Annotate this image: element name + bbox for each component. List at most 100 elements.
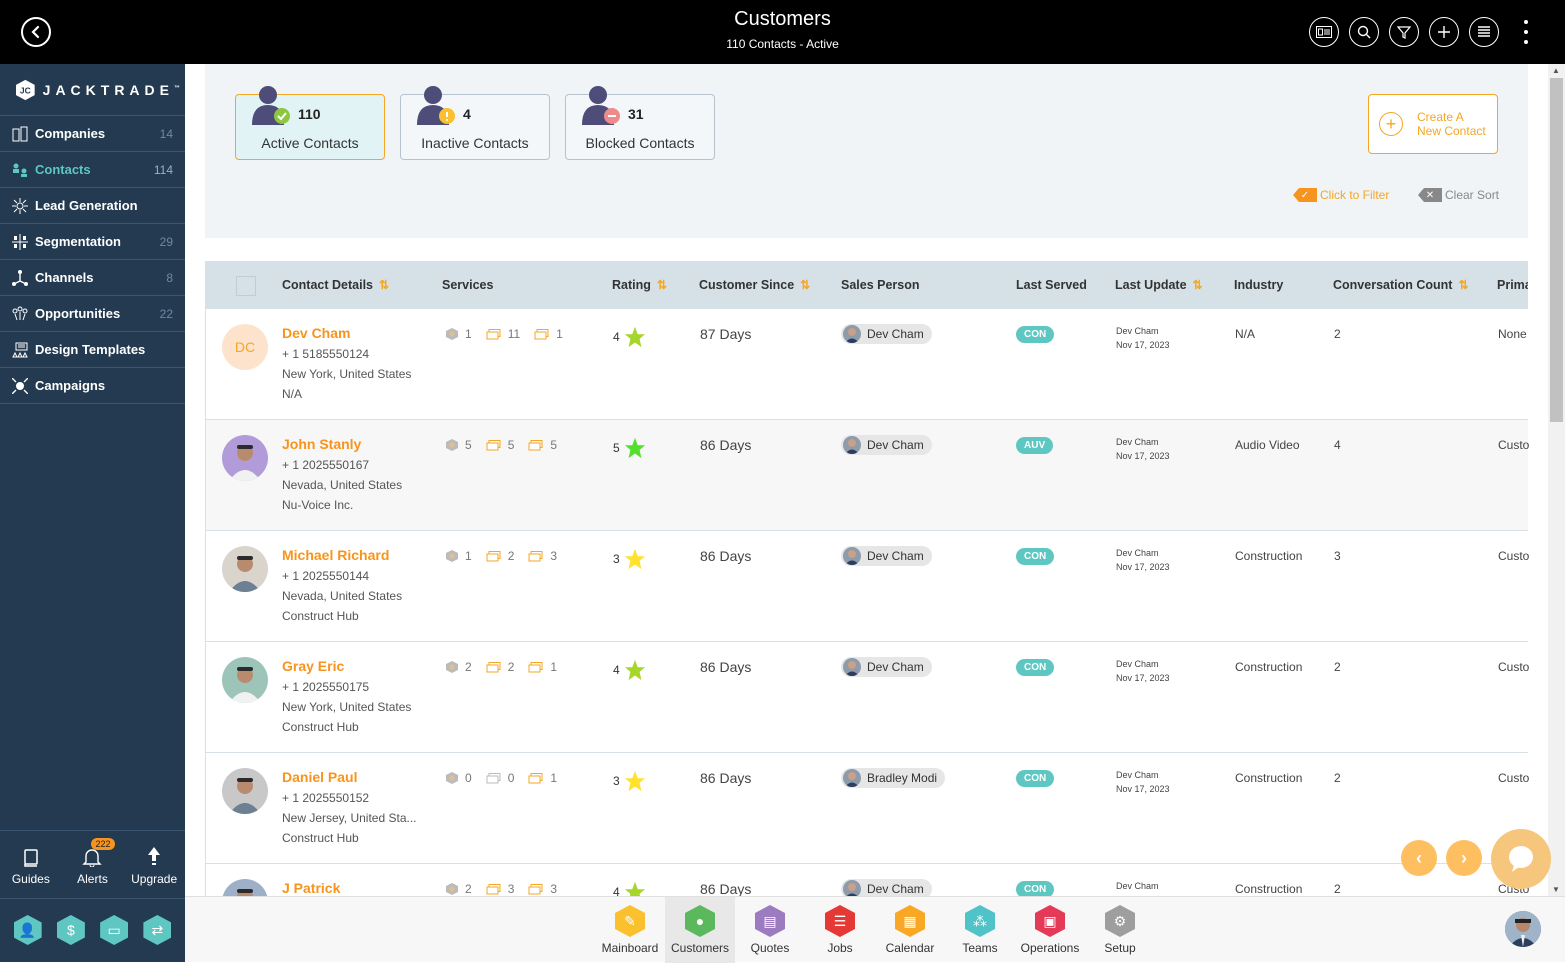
- rating: 5: [613, 437, 646, 459]
- col-rating[interactable]: Rating ⇅: [612, 278, 667, 292]
- logo-text: JACKTRADE™: [42, 81, 185, 98]
- more-options-button[interactable]: [1523, 20, 1529, 44]
- sidebar-item-channels[interactable]: Channels 8: [0, 260, 185, 296]
- last-update: Dev Cham Nov 17, 2023: [1116, 437, 1170, 461]
- sales-person-chip[interactable]: Bradley Modi: [841, 768, 946, 788]
- scrollbar-thumb[interactable]: [1550, 78, 1563, 422]
- quick-person-button[interactable]: 👤: [13, 915, 42, 945]
- summary-panel: 110 Active Contacts 4 Inactive Contacts …: [205, 64, 1528, 238]
- sort-icon: ⇅: [1192, 278, 1203, 292]
- summary-card-active[interactable]: 110 Active Contacts: [235, 86, 385, 160]
- chat-button[interactable]: [1491, 829, 1551, 889]
- companies-icon: [12, 126, 28, 142]
- summary-card-inactive[interactable]: 4 Inactive Contacts: [400, 86, 550, 160]
- col-last-update[interactable]: Last Update ⇅: [1115, 278, 1203, 292]
- contact-photo-icon: [229, 556, 261, 592]
- sales-person-chip[interactable]: Dev Cham: [841, 324, 932, 344]
- sales-person-chip[interactable]: Dev Cham: [841, 657, 932, 677]
- contact-avatar: [222, 879, 268, 896]
- table-row[interactable]: DC Dev Cham + 1 5185550124 New York, Uni…: [205, 309, 1528, 420]
- upgrade-button[interactable]: Upgrade: [126, 841, 182, 890]
- sidebar-item-count: 14: [159, 126, 173, 141]
- col-primary: Prima: [1497, 278, 1528, 292]
- sidebar-item-companies[interactable]: Companies 14: [0, 116, 185, 152]
- person-icon: 👤: [18, 921, 37, 938]
- click-to-filter-link[interactable]: ✓ Click to Filter: [1293, 188, 1389, 202]
- sidebar-item-label: Channels: [35, 270, 94, 285]
- col-sales-person: Sales Person: [841, 278, 920, 292]
- list-view-button[interactable]: [1469, 17, 1499, 47]
- app-setup[interactable]: ⚙ Setup: [1085, 897, 1155, 963]
- quick-dollar-button[interactable]: $: [56, 915, 85, 945]
- opportunities-icon: [12, 306, 28, 322]
- vertical-scrollbar[interactable]: ▲ ▼: [1548, 64, 1565, 896]
- scroll-down-icon[interactable]: ▼: [1552, 885, 1560, 894]
- app-calendar[interactable]: ▦ Calendar: [875, 897, 945, 963]
- create-contact-button[interactable]: + Create A New Contact: [1368, 94, 1498, 154]
- quick-workflow-button[interactable]: ⇄: [143, 915, 172, 945]
- col-conversation-count[interactable]: Conversation Count ⇅: [1333, 278, 1469, 292]
- contact-photo-icon: [229, 445, 261, 481]
- sales-person-chip[interactable]: Dev Cham: [841, 546, 932, 566]
- contact-name-link[interactable]: Michael Richard: [282, 547, 389, 563]
- main-content: 110 Active Contacts 4 Inactive Contacts …: [185, 64, 1548, 896]
- col-contact-details[interactable]: Contact Details ⇅: [282, 278, 389, 292]
- contact-name-link[interactable]: Gray Eric: [282, 658, 344, 674]
- filter-button[interactable]: [1389, 17, 1419, 47]
- table-row[interactable]: J Patrick 2 3 3 4 86 Days Dev Cham CON D…: [205, 864, 1529, 896]
- last-update: Dev Cham Nov 17, 2023: [1116, 659, 1170, 683]
- sidebar-item-opportunities[interactable]: Opportunities 22: [0, 296, 185, 332]
- sidebar-item-lead-generation[interactable]: Lead Generation: [0, 188, 185, 224]
- app-teams[interactable]: ⁂ Teams: [945, 897, 1015, 963]
- star-icon: [624, 770, 645, 792]
- last-update: Dev Cham Nov 17, 2023: [1116, 770, 1170, 794]
- app-operations[interactable]: ▣ Operations: [1015, 897, 1085, 963]
- user-avatar[interactable]: [1505, 911, 1541, 947]
- sales-person-chip[interactable]: Dev Cham: [841, 435, 932, 455]
- sidebar-footer: Guides 222 Alerts Upgrade 👤 $ ▭ ⇄: [0, 830, 185, 961]
- select-all-checkbox[interactable]: [236, 276, 256, 296]
- guides-button[interactable]: Guides: [3, 841, 59, 890]
- sales-person-avatar-icon: [843, 769, 861, 787]
- contact-card-button[interactable]: [1309, 17, 1339, 47]
- contact-name-link[interactable]: J Patrick: [282, 880, 340, 896]
- alerts-button[interactable]: 222 Alerts: [64, 838, 120, 890]
- table-row[interactable]: John Stanly + 1 2025550167 Nevada, Unite…: [205, 420, 1529, 531]
- calendar-icon: ▦: [895, 905, 925, 937]
- next-button[interactable]: ›: [1446, 840, 1482, 876]
- table-row[interactable]: Gray Eric + 1 2025550175 New York, Unite…: [205, 642, 1529, 753]
- logo: JC JACKTRADE™: [0, 64, 185, 116]
- contact-name-link[interactable]: John Stanly: [282, 436, 361, 452]
- contact-name-link[interactable]: Dev Cham: [282, 325, 350, 341]
- contact-name-link[interactable]: Daniel Paul: [282, 769, 357, 785]
- scroll-up-icon[interactable]: ▲: [1552, 66, 1560, 75]
- star-icon: [624, 548, 645, 570]
- summary-card-blocked[interactable]: 31 Blocked Contacts: [565, 86, 715, 160]
- plus-circle-icon: +: [1379, 112, 1403, 136]
- industry: N/A: [1235, 327, 1256, 341]
- contact-avatar: [222, 768, 268, 814]
- setup-icon: ⚙: [1105, 905, 1135, 937]
- table-row[interactable]: Daniel Paul + 1 2025550152 New Jersey, U…: [205, 753, 1529, 864]
- search-button[interactable]: [1349, 17, 1379, 47]
- clear-sort-link[interactable]: ✕ Clear Sort: [1418, 188, 1499, 202]
- app-quotes[interactable]: ▤ Quotes: [735, 897, 805, 963]
- mainboard-icon: ✎: [615, 905, 645, 937]
- primary: Custo: [1498, 660, 1529, 674]
- table-row[interactable]: Michael Richard + 1 2025550144 Nevada, U…: [205, 531, 1529, 642]
- service-coin-icon: [446, 661, 458, 673]
- quick-money-button[interactable]: ▭: [100, 915, 129, 945]
- app-customers[interactable]: ● Customers: [665, 897, 735, 963]
- sidebar-item-design-templates[interactable]: Design Templates: [0, 332, 185, 368]
- previous-button[interactable]: ‹: [1401, 840, 1437, 876]
- add-button[interactable]: [1429, 17, 1459, 47]
- sidebar-item-campaigns[interactable]: Campaigns: [0, 368, 185, 404]
- app-jobs[interactable]: ☰ Jobs: [805, 897, 875, 963]
- sidebar-item-contacts[interactable]: Contacts 114: [0, 152, 185, 188]
- sort-icon: ⇅: [379, 278, 390, 292]
- star-icon: [624, 326, 645, 348]
- col-customer-since[interactable]: Customer Since ⇅: [699, 278, 810, 292]
- sidebar-item-segmentation[interactable]: Segmentation 29: [0, 224, 185, 260]
- sales-person-chip[interactable]: Dev Cham: [841, 879, 932, 896]
- app-mainboard[interactable]: ✎ Mainboard: [595, 897, 665, 963]
